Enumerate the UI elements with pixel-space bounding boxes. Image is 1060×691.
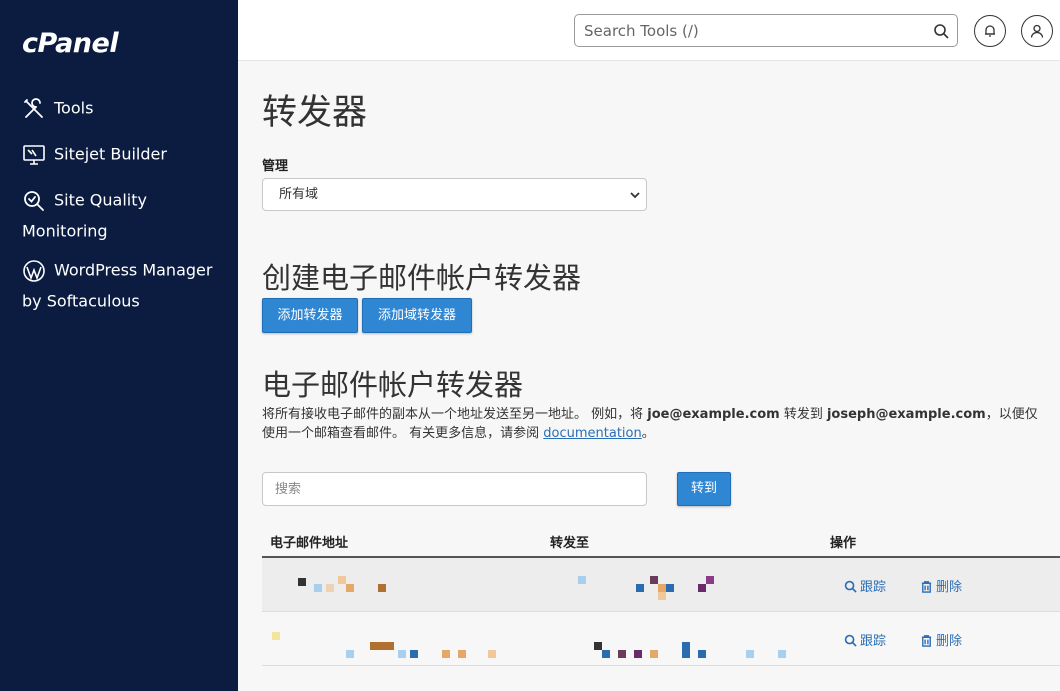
search-icon (844, 634, 857, 647)
email-address-cell-redacted (262, 612, 542, 666)
track-button[interactable]: 跟踪 (844, 576, 886, 595)
desc-text: 转发到 (779, 407, 827, 422)
track-label: 跟踪 (860, 634, 887, 649)
forwarders-list-heading: 电子邮件帐户转发器 (262, 368, 524, 402)
desc-text: 。 (641, 426, 655, 441)
delete-label: 删除 (936, 580, 963, 595)
forwarder-search-input[interactable] (263, 473, 646, 505)
trash-icon (921, 581, 932, 593)
sidebar-item-wordpress[interactable]: WordPress Manager by Softaculous (22, 255, 222, 316)
search-icon[interactable] (933, 23, 949, 39)
sidebar-item-sitejet[interactable]: Sitejet Builder (22, 139, 167, 170)
search-icon (844, 580, 857, 593)
column-header-email[interactable]: 电子邮件地址 (270, 532, 348, 551)
wordpress-icon (22, 259, 46, 283)
table-header: 电子邮件地址 转发至 操作 (262, 523, 1060, 558)
delete-label: 删除 (936, 634, 963, 649)
create-forwarder-heading: 创建电子邮件帐户转发器 (262, 261, 582, 295)
desc-text: ，以便仅 (985, 407, 1038, 422)
go-button[interactable]: 转到 (677, 472, 731, 506)
sidebar-item-label: Tools (54, 98, 94, 118)
magnifier-check-icon (22, 189, 46, 213)
search-tools-input[interactable] (575, 15, 915, 46)
domain-select[interactable]: 所有域 (262, 178, 647, 211)
documentation-link[interactable]: documentation (543, 426, 641, 441)
page-title: 转发器 (262, 93, 368, 133)
domain-select-value: 所有域 (279, 187, 319, 202)
delete-button[interactable]: 删除 (920, 576, 962, 595)
cpanel-logo[interactable]: cPanel (22, 28, 119, 59)
track-label: 跟踪 (860, 580, 887, 595)
sidebar: cPanel Tools Sitejet Builder Site Qualit… (0, 0, 238, 691)
trash-icon (921, 635, 932, 647)
sidebar-item-label: WordPress Manager by Softaculous (22, 260, 213, 311)
forwarders-description: 将所有接收电子邮件的副本从一个地址发送至另一地址。 例如，将 joe@examp… (262, 405, 1060, 443)
sidebar-item-label: Sitejet Builder (54, 144, 167, 164)
user-menu-button[interactable] (1021, 15, 1053, 47)
column-header-forward-to[interactable]: 转发至 (550, 532, 589, 551)
track-button[interactable]: 跟踪 (844, 630, 886, 649)
column-header-actions: 操作 (830, 536, 857, 551)
chevron-down-icon (630, 192, 640, 199)
desc-text: 将所有接收电子邮件的副本从一个地址发送至另一地址。 例如，将 (262, 407, 648, 422)
forwarder-search-box (262, 472, 647, 506)
bell-icon (985, 25, 995, 37)
notifications-button[interactable] (974, 15, 1006, 47)
desc-text: 使用一个邮箱查看邮件。 有关更多信息，请参阅 (262, 426, 544, 441)
forwarders-table: 电子邮件地址 转发至 操作 跟踪 删除 跟踪 删除 (262, 523, 1060, 666)
table-row: 跟踪 删除 (262, 558, 1060, 612)
example-email-2: joseph@example.com (826, 407, 986, 422)
sidebar-item-site-quality[interactable]: Site Quality Monitoring (22, 185, 222, 246)
table-row: 跟踪 删除 (262, 612, 1060, 666)
tools-icon (22, 97, 46, 121)
search-tools-box (574, 14, 958, 47)
sidebar-item-tools[interactable]: Tools (22, 93, 93, 124)
top-bar (238, 0, 1060, 61)
add-domain-forwarder-button[interactable]: 添加域转发器 (362, 298, 472, 333)
forward-to-cell-redacted (542, 612, 822, 666)
user-icon (1030, 24, 1044, 38)
email-address-cell-redacted (262, 558, 542, 612)
example-email-1: joe@example.com (647, 407, 780, 422)
monitor-icon (22, 143, 46, 167)
add-forwarder-button[interactable]: 添加转发器 (262, 298, 358, 333)
delete-button[interactable]: 删除 (920, 630, 962, 649)
manage-label: 管理 (262, 159, 289, 174)
forward-to-cell-redacted (542, 558, 822, 612)
